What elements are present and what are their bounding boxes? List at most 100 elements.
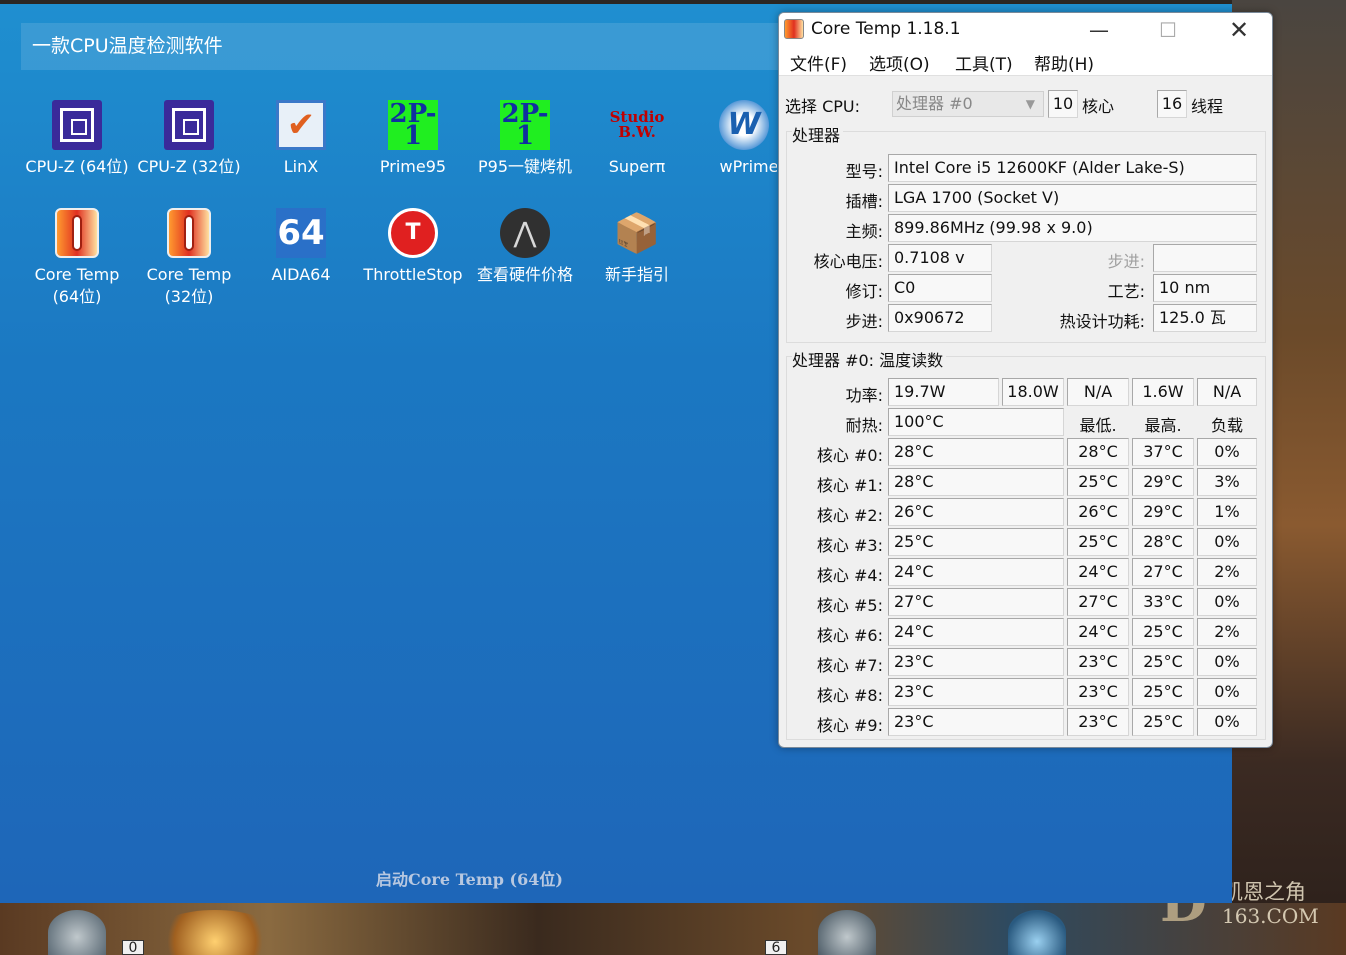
core-temp: 26°C (888, 498, 1064, 526)
taskbar-orb-icon[interactable] (155, 910, 275, 955)
start-status-label: 启动Core Temp (64位) (376, 870, 563, 889)
core-load: 0% (1197, 708, 1257, 736)
revision-value: C0 (888, 274, 992, 302)
core-temp: 23°C (888, 678, 1064, 706)
tdp-label: 热设计功耗: (1059, 312, 1145, 331)
core-label: 核心 #3: (816, 536, 883, 555)
core-label: 核心 #9: (816, 716, 883, 735)
core-min-temp: 25°C (1067, 528, 1129, 556)
menu-options[interactable]: 选项(O) (869, 50, 930, 75)
core-load: 2% (1197, 618, 1257, 646)
minimize-button[interactable]: — (1076, 15, 1122, 45)
taskbar-count-badge: 6 (765, 940, 787, 955)
app-superpi[interactable]: Studio B.W. Superπ (581, 100, 693, 178)
core-temp: 23°C (888, 648, 1064, 676)
price-logo-icon: ⋀ (500, 208, 550, 258)
core-max-temp: 28°C (1132, 528, 1194, 556)
app-wprime[interactable]: W wPrime (693, 100, 777, 178)
core-min-temp: 26°C (1067, 498, 1129, 526)
launcher-title: 一款CPU温度检测软件 (21, 23, 781, 70)
wprime-logo-icon: W (719, 100, 769, 150)
core-load: 0% (1197, 438, 1257, 466)
menu-tools[interactable]: 工具(T) (955, 50, 1013, 75)
core-temp: 24°C (888, 618, 1064, 646)
lithography-value: 10 nm (1153, 274, 1257, 302)
core-max-temp: 25°C (1132, 618, 1194, 646)
core-min-temp: 27°C (1067, 588, 1129, 616)
cpu-select[interactable]: 处理器 #0 ▼ (892, 91, 1044, 117)
app-p95-burnin[interactable]: 2P-1 P95一键烤机 (469, 100, 581, 178)
tjmax-label: 耐热: (845, 416, 883, 435)
app-beginner-guide[interactable]: 📦 新手指引 (581, 208, 693, 286)
app-linx[interactable]: ✔ LinX (245, 100, 357, 178)
window-titlebar[interactable]: Core Temp 1.18.1 — ☐ ✕ (779, 13, 1272, 46)
taskbar-count-badge: 0 (122, 940, 144, 955)
maximize-button[interactable]: ☐ (1145, 15, 1191, 45)
app-coretemp-64[interactable]: Core Temp (64位) (21, 208, 133, 308)
processor-group-title: 处理器 (792, 122, 844, 146)
app-aida64[interactable]: 64 AIDA64 (245, 208, 357, 286)
core-max-temp: 25°C (1132, 678, 1194, 706)
core-min-temp: 23°C (1067, 648, 1129, 676)
checkmark-icon: ✔ (276, 100, 326, 150)
core-load: 1% (1197, 498, 1257, 526)
app-throttlestop[interactable]: T ThrottleStop (357, 208, 469, 286)
core-max-temp: 33°C (1132, 588, 1194, 616)
lithography-label: 工艺: (1107, 282, 1145, 301)
core-min-temp: 24°C (1067, 558, 1129, 586)
power-label: 功率: (845, 386, 883, 405)
core-label: 核心 #1: (816, 476, 883, 495)
core-min-temp: 24°C (1067, 618, 1129, 646)
core-max-temp: 29°C (1132, 468, 1194, 496)
cores-count: 10 (1048, 90, 1078, 118)
core-max-temp: 37°C (1132, 438, 1194, 466)
app-hardware-price[interactable]: ⋀ 查看硬件价格 (469, 208, 581, 286)
model-value: Intel Core i5 12600KF (Alder Lake-S) (888, 154, 1257, 182)
app-cpuz-64[interactable]: CPU-Z (64位) (21, 100, 133, 178)
menu-file[interactable]: 文件(F) (790, 50, 847, 75)
core-temp: 28°C (888, 468, 1064, 496)
column-max-header: 最高. (1144, 416, 1182, 435)
core-label: 核心 #0: (816, 446, 883, 465)
core-min-temp: 23°C (1067, 708, 1129, 736)
core-label: 核心 #7: (816, 656, 883, 675)
core-load: 2% (1197, 558, 1257, 586)
core-min-temp: 28°C (1067, 438, 1129, 466)
taskbar-crystal-icon[interactable] (1008, 910, 1066, 955)
thermometer-icon (167, 208, 211, 258)
core-label: 核心 #2: (816, 506, 883, 525)
taskbar-skill-icon[interactable] (818, 910, 876, 955)
core-min-temp: 23°C (1067, 678, 1129, 706)
close-button[interactable]: ✕ (1216, 15, 1262, 45)
app-cpuz-32[interactable]: CPU-Z (32位) (133, 100, 245, 178)
stepping-value-disabled (1153, 244, 1257, 272)
power-dram: 1.6W (1132, 378, 1194, 406)
app-coretemp-32[interactable]: Core Temp (32位) (133, 208, 245, 308)
chevron-down-icon: ▼ (1025, 97, 1035, 111)
core-temp: 23°C (888, 708, 1064, 736)
taskbar-skill-icon[interactable] (48, 910, 106, 955)
core-label: 核心 #6: (816, 626, 883, 645)
core-load: 0% (1197, 528, 1257, 556)
power-gpu: N/A (1197, 378, 1257, 406)
menu-help[interactable]: 帮助(H) (1034, 50, 1094, 75)
aida64-logo-icon: 64 (276, 208, 326, 258)
prime-formula-icon: 2P-1 (500, 99, 550, 151)
model-label: 型号: (845, 162, 883, 181)
socket-label: 插槽: (845, 192, 883, 211)
power-uncore: N/A (1067, 378, 1129, 406)
frequency-label: 主频: (845, 222, 883, 241)
stop-sign-icon: T (388, 208, 438, 258)
superpi-logo-icon: Studio B.W. (609, 108, 665, 141)
select-cpu-label: 选择 CPU: (785, 97, 861, 116)
coretemp-window: Core Temp 1.18.1 — ☐ ✕ 文件(F) 选项(O) 工具(T)… (778, 12, 1273, 748)
power-cores: 18.0W (1002, 378, 1064, 406)
core-label: 核心 #4: (816, 566, 883, 585)
power-package: 19.7W (888, 378, 999, 406)
core-max-temp: 25°C (1132, 648, 1194, 676)
package-icon: 📦 (613, 211, 661, 255)
app-prime95[interactable]: 2P-1 Prime95 (357, 100, 469, 178)
cpu-chip-icon (52, 100, 102, 150)
column-load-header: 负载 (1210, 416, 1243, 435)
tdp-value: 125.0 瓦 (1153, 304, 1257, 332)
